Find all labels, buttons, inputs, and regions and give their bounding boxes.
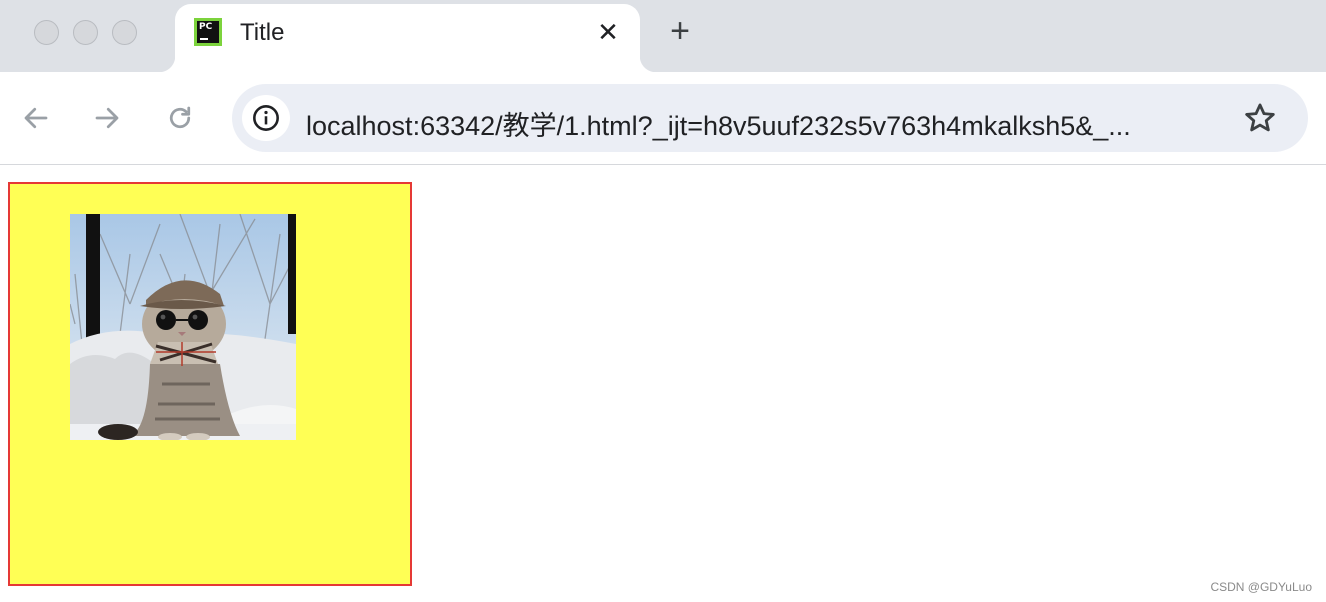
maximize-window-button[interactable] [112,20,137,45]
cat-photo [70,214,296,440]
address-bar[interactable]: localhost:63342/教学/1.html?_ijt=h8v5uuf23… [232,84,1308,152]
csdn-watermark: CSDN @GDYuLuo [1210,580,1312,594]
url-text[interactable]: localhost:63342/教学/1.html?_ijt=h8v5uuf23… [306,104,1226,143]
browser-toolbar: localhost:63342/教学/1.html?_ijt=h8v5uuf23… [0,72,1326,165]
new-tab-button[interactable]: + [664,14,696,48]
window-controls [34,20,137,45]
minimize-window-button[interactable] [73,20,98,45]
browser-tab[interactable]: PC Title ✕ [159,4,656,72]
tab-strip: PC Title ✕ + [0,0,1326,72]
tab-title: Title [240,19,285,46]
forward-arrow-icon[interactable] [87,100,127,136]
pycharm-favicon-icon: PC [194,18,222,46]
info-icon[interactable] [242,95,290,141]
tab-close-icon[interactable]: ✕ [594,18,622,46]
star-icon[interactable] [1240,98,1280,138]
reload-icon[interactable] [160,100,200,136]
yellow-container-box [8,182,412,586]
back-arrow-icon[interactable] [16,100,56,136]
close-window-button[interactable] [34,20,59,45]
